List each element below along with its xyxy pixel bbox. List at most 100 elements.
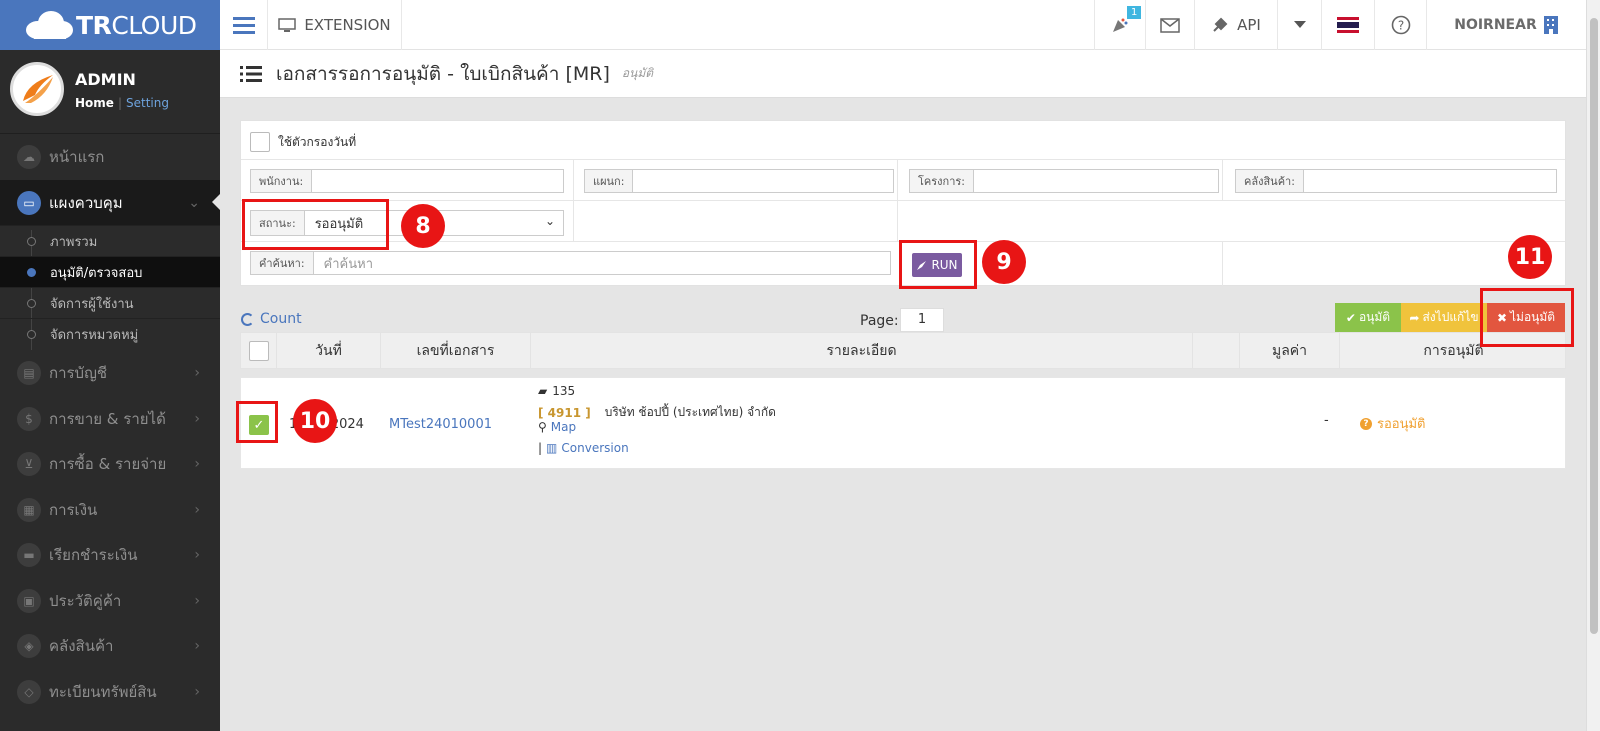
dollar-icon: $ — [17, 406, 41, 431]
search-field[interactable]: คำค้นหา: คำค้นหา — [250, 251, 891, 275]
sidebar-item-partners[interactable]: ▣ ประวัติคู่ค้า › — [0, 578, 220, 623]
sidebar-item-label: แผงควบคุม — [49, 193, 123, 212]
home-link[interactable]: Home — [75, 96, 114, 110]
date-filter-label: ใช้ตัวกรองวันที่ — [278, 134, 357, 149]
sidebar-subitem-label: จัดการผู้ใช้งาน — [50, 296, 134, 312]
sidebar-subitem-approval[interactable]: อนุมัติ/ตรวจสอบ — [0, 256, 220, 287]
sidebar-item-finance[interactable]: ▦ การเงิน › — [0, 487, 220, 532]
page-label: Page: — [860, 313, 899, 329]
sidebar-item-label: ทะเบียนทรัพย์สิน — [49, 682, 157, 701]
annotation-marker: 9 — [982, 240, 1026, 284]
warehouse-field[interactable]: คลังสินค้า: — [1235, 169, 1557, 193]
profile-panel: ADMIN Home | Setting — [0, 50, 220, 134]
active-indicator — [212, 194, 220, 210]
plug-icon — [1213, 17, 1228, 32]
extension-button[interactable]: EXTENSION — [268, 0, 402, 50]
map-marker-icon: ⚲ — [538, 420, 547, 434]
sidebar: ADMIN Home | Setting ☁ หน้าแรก ▭ แผงควบคุม… — [0, 50, 220, 731]
bullet-icon — [27, 267, 36, 277]
row-conversion[interactable]: | ▥ Conversion — [538, 441, 629, 455]
chevron-down-icon: ⌄ — [544, 214, 555, 228]
column-doc-no[interactable]: เลขที่เอกสาร — [381, 333, 531, 368]
brand-logo[interactable]: TRCLOUD — [0, 0, 220, 50]
book-icon: ▤ — [17, 360, 41, 385]
api-button[interactable]: API — [1194, 0, 1277, 50]
api-label: API — [1237, 16, 1261, 34]
page-scrollbar[interactable] — [1586, 0, 1600, 731]
search-label: คำค้นหา: — [251, 252, 314, 274]
date-filter-toggle[interactable]: ใช้ตัวกรองวันที่ — [250, 132, 356, 152]
annotation-box-reject — [1480, 288, 1574, 347]
sidebar-item-home[interactable]: ☁ หน้าแรก — [0, 134, 220, 179]
sidebar-item-label: การเงิน — [49, 500, 98, 519]
bullet-icon — [27, 298, 36, 308]
project-field[interactable]: โครงการ: — [909, 169, 1219, 193]
help-button[interactable]: ? — [1374, 0, 1426, 50]
sidebar-item-dashboard[interactable]: ▭ แผงควบคุม ⌄ — [0, 180, 220, 225]
sidebar-item-label: การซื้อ & รายจ่าย — [49, 454, 167, 473]
count-link[interactable]: Count — [241, 311, 302, 327]
department-label: แผนก: — [585, 170, 634, 192]
messages-button[interactable] — [1145, 0, 1194, 50]
employee-label: พนักงาน: — [251, 170, 313, 192]
page-title: เอกสารรอการอนุมัติ - ใบเบิกสินค้า [MR] — [276, 62, 610, 85]
sidebar-subitem-categories[interactable]: จัดการหมวดหมู่ — [0, 318, 220, 349]
annotation-marker: 11 — [1508, 235, 1552, 279]
calendar-icon: ▦ — [17, 497, 41, 522]
avatar — [10, 62, 64, 116]
sidebar-item-label: เรียกชำระเงิน — [49, 545, 138, 564]
hamburger-icon — [232, 17, 255, 34]
chevron-right-icon: › — [194, 546, 200, 563]
sidebar-item-label: หน้าแรก — [49, 147, 105, 166]
language-button[interactable] — [1321, 0, 1374, 50]
return-for-edit-button[interactable]: ➦ ส่งไปแก้ไข — [1401, 303, 1487, 332]
user-menu[interactable]: NOIRNEAR — [1426, 0, 1586, 50]
column-date[interactable]: วันที่ — [277, 333, 381, 368]
sidebar-item-accounting[interactable]: ▤ การบัญชี › — [0, 350, 220, 395]
sidebar-subitem-users[interactable]: จัดการผู้ใช้งาน — [0, 287, 220, 318]
user-name: NOIRNEAR — [1454, 17, 1537, 33]
sidebar-item-billing[interactable]: ▬ เรียกชำระเงิน › — [0, 532, 220, 577]
thai-flag-icon — [1337, 17, 1359, 33]
row-company-name: บริษัท ช้อปปี้ (ประเทศไทย) จำกัด — [604, 405, 776, 419]
setting-link[interactable]: Setting — [126, 96, 169, 110]
cart-icon: ⊻ — [17, 451, 41, 476]
page-number-input[interactable]: 1 — [900, 308, 944, 332]
date-filter-checkbox[interactable] — [250, 132, 270, 152]
profile-link-separator: | — [117, 96, 122, 110]
cloud-icon: ☁ — [17, 144, 41, 169]
sidebar-item-label: คลังสินค้า — [49, 636, 114, 655]
department-field[interactable]: แผนก: — [584, 169, 894, 193]
avatar-logo-icon — [23, 75, 53, 103]
row-doc-link[interactable]: MTest24010001 — [389, 417, 492, 432]
notification-badge: 1 — [1127, 6, 1142, 19]
profile-name: ADMIN — [75, 70, 136, 89]
approve-button[interactable]: ✔ อนุมัติ — [1335, 303, 1401, 332]
sidebar-item-warehouse[interactable]: ◈ คลังสินค้า › — [0, 623, 220, 668]
chevron-right-icon: › — [194, 637, 200, 654]
sidebar-item-sales[interactable]: $ การขาย & รายได้ › — [0, 396, 220, 441]
notification-button[interactable]: 1 — [1094, 0, 1145, 50]
dropdown-button[interactable] — [1277, 0, 1321, 50]
sidebar-item-purchases[interactable]: ⊻ การซื้อ & รายจ่าย › — [0, 441, 220, 486]
search-input[interactable]: คำค้นหา — [314, 252, 890, 274]
caret-down-icon — [1293, 21, 1306, 28]
column-details: รายละเอียด — [531, 333, 1193, 368]
chevron-right-icon: › — [194, 364, 200, 381]
chevron-right-icon: › — [194, 410, 200, 427]
sidebar-item-label: การบัญชี — [49, 363, 108, 382]
check-circle-icon: ✔ — [1345, 310, 1356, 325]
row-map[interactable]: ⚲ Map — [538, 420, 576, 434]
cloud-logo-icon — [26, 11, 73, 39]
sidebar-subitem-overview[interactable]: ภาพรวม — [0, 225, 220, 256]
sidebar-subitem-label: จัดการหมวดหมู่ — [50, 327, 139, 343]
project-label: โครงการ: — [910, 170, 974, 192]
sidebar-subitem-label: อนุมัติ/ตรวจสอบ — [50, 265, 143, 281]
sidebar-item-assets[interactable]: ◇ ทะเบียนทรัพย์สิน › — [0, 669, 220, 714]
row-book: ▰ 135 — [538, 384, 576, 398]
select-all-checkbox[interactable] — [248, 340, 269, 361]
employee-field[interactable]: พนักงาน: — [250, 169, 564, 193]
table-header: วันที่ เลขที่เอกสาร รายละเอียด มูลค่า กา… — [240, 332, 1566, 369]
chevron-right-icon: › — [194, 501, 200, 518]
sidebar-toggle-button[interactable] — [220, 0, 268, 50]
